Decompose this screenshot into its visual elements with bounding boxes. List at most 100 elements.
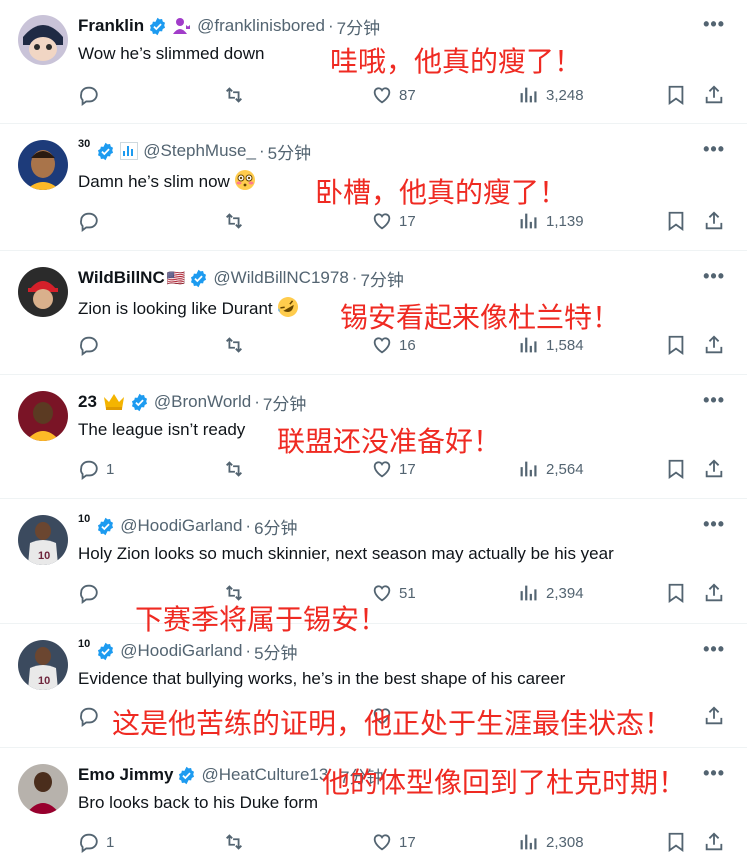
bookmark-button[interactable] xyxy=(665,334,687,356)
tweet-card[interactable]: 10 10 @HoodiGarland · 5分钟 ••• Evidence t… xyxy=(0,625,747,748)
tweet-text: Wow he’s slimmed down xyxy=(78,44,265,63)
views-count[interactable]: 2,564 xyxy=(518,458,584,480)
user-handle[interactable]: @HoodiGarland xyxy=(120,516,242,536)
timestamp[interactable]: 7分钟 xyxy=(263,390,306,415)
user-handle[interactable]: @franklinisbored xyxy=(197,16,325,36)
avatar[interactable]: 10 xyxy=(18,640,68,690)
more-options-icon[interactable]: ••• xyxy=(703,14,725,35)
display-name[interactable]: 23 xyxy=(78,392,97,412)
reply-button[interactable] xyxy=(78,705,106,727)
crown-emoji xyxy=(102,392,126,412)
caption-overlay: 这是他苦练的证明，他正处于生涯最佳状态！ xyxy=(112,707,673,740)
more-options-icon[interactable]: ••• xyxy=(703,139,725,160)
avatar[interactable] xyxy=(18,15,68,65)
share-button[interactable] xyxy=(703,334,725,356)
display-name[interactable]: WildBillNC xyxy=(78,268,165,288)
display-name[interactable]: 30 xyxy=(78,138,90,150)
like-button[interactable]: 17 xyxy=(371,210,416,232)
timestamp[interactable]: 7分钟 xyxy=(360,266,403,291)
more-options-icon[interactable]: ••• xyxy=(703,763,725,784)
tweet-header: Franklin @franklinisbored · 7分钟 xyxy=(78,14,380,38)
share-button[interactable] xyxy=(703,831,725,853)
retweet-button[interactable] xyxy=(223,334,245,356)
views-count[interactable]: 1,584 xyxy=(518,334,584,356)
reply-button[interactable] xyxy=(78,334,106,356)
bar-chart-icon xyxy=(520,834,537,850)
reply-button[interactable] xyxy=(78,84,106,106)
user-handle[interactable]: @HoodiGarland xyxy=(120,641,242,661)
like-button[interactable]: 17 xyxy=(371,458,416,480)
share-button[interactable] xyxy=(703,210,725,232)
rofl-emoji xyxy=(277,296,299,323)
retweet-button[interactable] xyxy=(223,458,245,480)
avatar[interactable] xyxy=(18,391,68,441)
bar-chart-icon xyxy=(520,337,537,353)
share-button[interactable] xyxy=(703,705,725,727)
bar-chart-icon xyxy=(520,87,537,103)
views-count[interactable]: 1,139 xyxy=(518,210,584,232)
more-options-icon[interactable]: ••• xyxy=(703,266,725,287)
retweet-icon xyxy=(226,87,242,103)
timestamp[interactable]: 7分钟 xyxy=(337,14,380,39)
reply-button[interactable] xyxy=(78,582,106,604)
views-count[interactable]: 2,308 xyxy=(518,831,584,853)
share-button[interactable] xyxy=(703,84,725,106)
bookmark-button[interactable] xyxy=(665,210,687,232)
chart-badge-icon xyxy=(120,142,139,160)
user-handle[interactable]: @StephMuse_ xyxy=(143,141,256,161)
tweet-card[interactable]: WildBillNC 🇺🇸 @WildBillNC1978 · 7分钟 ••• … xyxy=(0,252,747,375)
avatar[interactable] xyxy=(18,764,68,814)
user-handle[interactable]: @HeatCulture13 xyxy=(201,765,328,785)
reply-icon xyxy=(80,460,98,480)
tweet-card[interactable]: 23 @BronWorld · 7分钟 ••• The league isn’t… xyxy=(0,376,747,499)
retweet-button[interactable] xyxy=(223,210,245,232)
share-button[interactable] xyxy=(703,582,725,604)
bar-chart-icon xyxy=(520,585,537,601)
bookmark-button[interactable] xyxy=(665,831,687,853)
verified-badge-icon xyxy=(96,517,115,536)
avatar[interactable] xyxy=(18,140,68,190)
display-name[interactable]: Emo Jimmy xyxy=(78,765,173,785)
share-button[interactable] xyxy=(703,458,725,480)
timestamp[interactable]: 6分钟 xyxy=(254,514,297,539)
reply-icon xyxy=(80,86,98,106)
timestamp[interactable]: 5分钟 xyxy=(254,639,297,664)
share-icon xyxy=(705,335,723,354)
timestamp[interactable]: 5分钟 xyxy=(268,139,311,164)
tweet-actions: 1 17 2,564 xyxy=(78,458,728,486)
tweet-card[interactable]: 30 @StephMuse_ · 5分钟 ••• Damn he’s slim … xyxy=(0,125,747,251)
user-handle[interactable]: @WildBillNC1978 xyxy=(213,268,348,288)
heart-icon xyxy=(373,213,391,230)
like-button[interactable]: 17 xyxy=(371,831,416,853)
verified-badge-icon xyxy=(96,642,115,661)
tweet-actions: 1 17 2,308 xyxy=(78,831,728,859)
retweet-icon xyxy=(226,834,242,850)
reply-button[interactable]: 1 xyxy=(78,458,114,480)
avatar[interactable] xyxy=(18,267,68,317)
tweet-card[interactable]: Emo Jimmy @HeatCulture13 · 7分钟 ••• Bro l… xyxy=(0,749,747,853)
bookmark-button[interactable] xyxy=(665,582,687,604)
reply-button[interactable]: 1 xyxy=(78,831,114,853)
views-count[interactable]: 2,394 xyxy=(518,582,584,604)
display-name[interactable]: 10 xyxy=(78,638,90,650)
caption-overlay: 锡安看起来像杜兰特！ xyxy=(340,301,621,334)
bookmark-button[interactable] xyxy=(665,84,687,106)
display-name[interactable]: 10 xyxy=(78,513,90,525)
bookmark-button[interactable] xyxy=(665,458,687,480)
more-options-icon[interactable]: ••• xyxy=(703,639,725,660)
display-name[interactable]: Franklin xyxy=(78,16,144,36)
more-options-icon[interactable]: ••• xyxy=(703,514,725,535)
like-button[interactable]: 87 xyxy=(371,84,416,106)
user-handle[interactable]: @BronWorld xyxy=(154,392,251,412)
reply-button[interactable] xyxy=(78,210,106,232)
like-button[interactable]: 16 xyxy=(371,334,416,356)
retweet-button[interactable] xyxy=(223,831,245,853)
avatar[interactable]: 10 xyxy=(18,515,68,565)
tweet-card[interactable]: Franklin @franklinisbored · 7分钟 ••• Wow … xyxy=(0,0,747,124)
tweet-header: 10 @HoodiGarland · 6分钟 xyxy=(78,513,298,539)
views-count[interactable]: 3,248 xyxy=(518,84,584,106)
heart-icon xyxy=(373,337,391,354)
more-options-icon[interactable]: ••• xyxy=(703,390,725,411)
retweet-button[interactable] xyxy=(223,84,245,106)
tweet-card[interactable]: 10 10 @HoodiGarland · 6分钟 ••• Holy Zion … xyxy=(0,500,747,636)
